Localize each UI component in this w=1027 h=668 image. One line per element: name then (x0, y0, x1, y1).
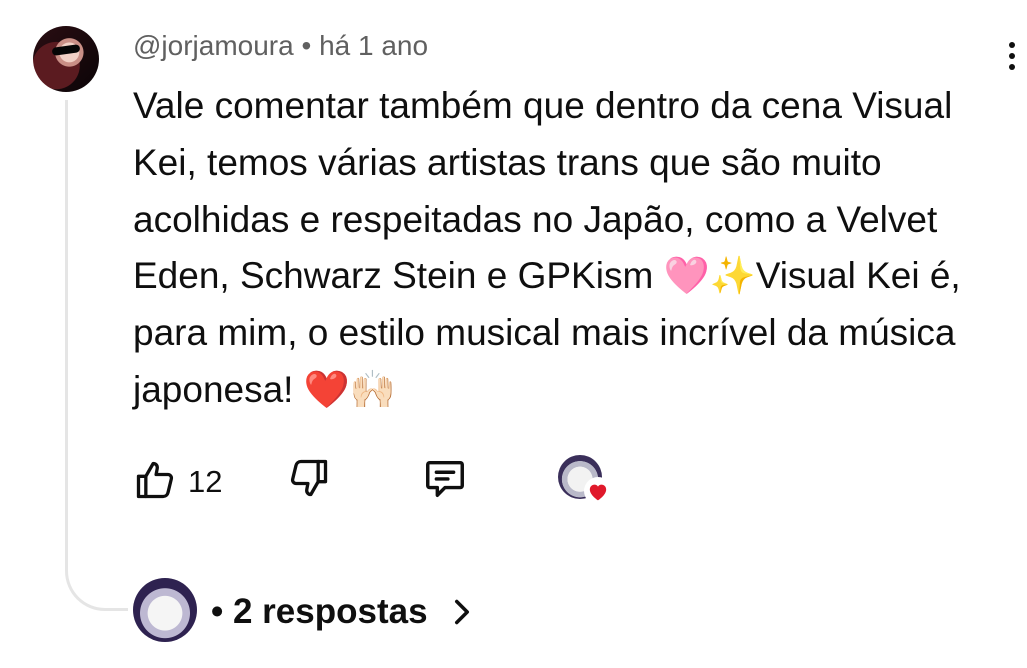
comment-time[interactable]: há 1 ano (319, 30, 428, 61)
comment-actions: 12 (133, 455, 633, 507)
thumbs-down-icon (290, 459, 328, 497)
comment-text: Vale comentar também que dentro da cena … (133, 78, 1013, 419)
view-replies-button[interactable]: • 2 respostas (133, 578, 493, 644)
thumbs-up-icon (136, 461, 174, 499)
thread-line (65, 100, 128, 611)
author-handle[interactable]: @jorjamoura (133, 30, 294, 61)
replies-label: • 2 respostas (211, 592, 428, 631)
creator-heart (558, 455, 618, 507)
like-count: 12 (188, 464, 223, 499)
reply-button[interactable] (421, 455, 471, 507)
comment-meta: @jorjamoura • há 1 ano (133, 30, 428, 62)
replier-avatar (133, 578, 197, 642)
like-button[interactable]: 12 (133, 455, 223, 507)
comment-line: para mim, o estilo musical mais incrível… (133, 312, 956, 354)
dislike-button[interactable] (287, 455, 331, 507)
more-options-icon[interactable] (1002, 42, 1022, 82)
comment-line: japonesa! ❤️🙌🏻 (133, 368, 396, 410)
reply-icon (426, 460, 464, 497)
creator-heart-icon (584, 477, 612, 505)
comment-line: Eden, Schwarz Stein e GPKism 🩷✨Visual Ke… (133, 255, 961, 297)
author-avatar[interactable] (33, 26, 99, 92)
chevron-right-icon (455, 599, 469, 625)
meta-separator: • (301, 30, 312, 61)
comment-line: acolhidas e respeitadas no Japão, como a… (133, 198, 938, 240)
comment-line: Kei, temos várias artistas trans que são… (133, 141, 882, 183)
avatar-glasses (51, 44, 81, 56)
comment-line: Vale comentar também que dentro da cena … (133, 85, 953, 126)
